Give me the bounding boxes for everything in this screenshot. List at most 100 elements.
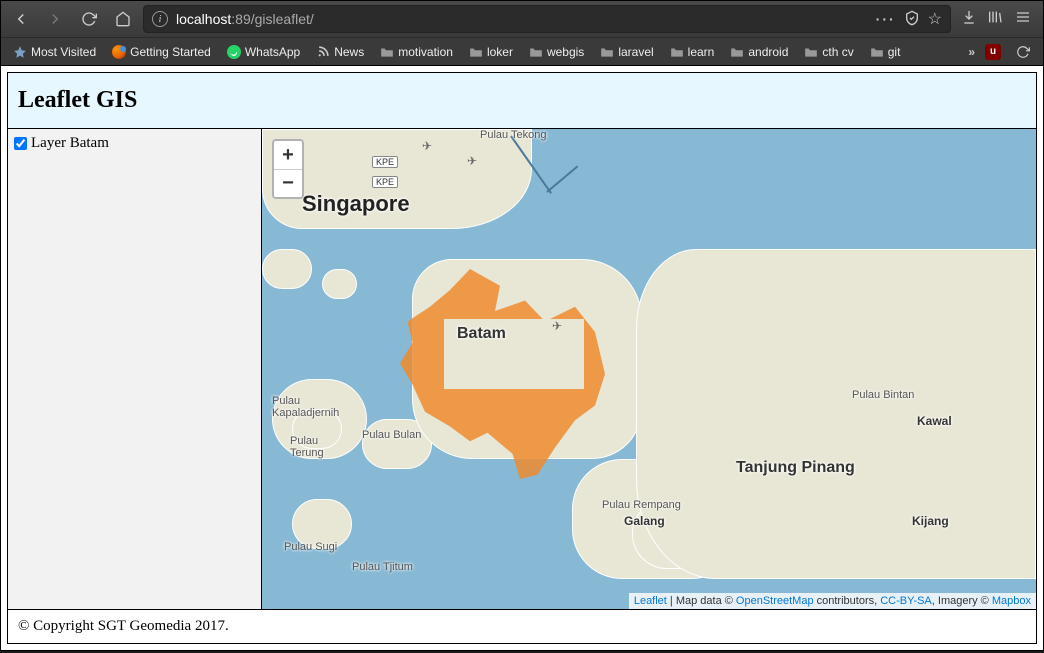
folder-icon <box>870 45 884 59</box>
road-tag-kpe: KPE <box>372 156 398 168</box>
map-attribution: Leaflet | Map data © OpenStreetMap contr… <box>629 593 1036 609</box>
road-tag-kpe: KPE <box>372 176 398 188</box>
bookmark-label: cth cv <box>822 45 853 59</box>
reload-button[interactable] <box>75 5 103 33</box>
label-galang: Galang <box>624 514 665 528</box>
land-island <box>262 249 312 289</box>
bookmark-android[interactable]: android <box>724 43 794 61</box>
library-icon[interactable] <box>987 9 1003 30</box>
label-singapore: Singapore <box>302 191 410 217</box>
layer-batam-checkbox[interactable] <box>14 137 27 150</box>
label-pulau-bintan: Pulau Bintan <box>852 389 914 401</box>
airport-icon: ✈ <box>467 154 477 168</box>
folder-icon <box>670 45 684 59</box>
url-path: /gisleaflet/ <box>251 11 314 27</box>
bookmark-label: loker <box>487 45 513 59</box>
bookmark-label: git <box>888 45 901 59</box>
land-bintan <box>636 249 1036 579</box>
page-frame: Leaflet GIS Layer Batam <box>7 72 1037 644</box>
bookmark-laravel[interactable]: laravel <box>594 43 659 61</box>
label-kawal: Kawal <box>917 414 952 428</box>
bookmark-motivation[interactable]: motivation <box>374 43 459 61</box>
page-actions-icon[interactable]: ··· <box>876 11 896 27</box>
airport-icon: ✈ <box>552 319 562 333</box>
bookmark-git[interactable]: git <box>864 43 907 61</box>
bookmark-star-icon[interactable]: ☆ <box>928 9 942 29</box>
attribution-osm-link[interactable]: OpenStreetMap <box>736 595 814 607</box>
zoom-in-button[interactable]: + <box>274 141 302 169</box>
folder-icon <box>730 45 744 59</box>
url-text: localhost:89/gisleaflet/ <box>176 11 868 27</box>
airport-icon: ✈ <box>422 139 432 153</box>
folder-icon <box>529 45 543 59</box>
bookmarks-bar: Most Visited Getting Started WhatsApp Ne… <box>1 37 1043 65</box>
nav-bar: i localhost:89/gisleaflet/ ··· ☆ <box>1 1 1043 37</box>
bookmark-cth-cv[interactable]: cth cv <box>798 43 859 61</box>
label-pulau-kapaladjernih: Pulau Kapaladjernih <box>272 395 339 419</box>
ublock-icon[interactable]: u <box>985 44 1001 60</box>
bookmark-getting-started[interactable]: Getting Started <box>106 43 217 61</box>
bookmark-whatsapp[interactable]: WhatsApp <box>221 43 306 61</box>
bookmark-label: webgis <box>547 45 584 59</box>
layer-toggle-row: Layer Batam <box>14 135 255 152</box>
folder-icon <box>469 45 483 59</box>
page-viewport: Leaflet GIS Layer Batam <box>0 65 1044 651</box>
bookmark-label: motivation <box>398 45 453 59</box>
page-header: Leaflet GIS <box>8 73 1036 129</box>
bookmark-label: Getting Started <box>130 45 211 59</box>
label-pulau-terung: Pulau Terung <box>290 435 324 459</box>
firefox-icon <box>112 45 126 59</box>
label-pulau-bulan: Pulau Bulan <box>362 429 421 441</box>
page-title: Leaflet GIS <box>18 87 1026 114</box>
folder-icon <box>804 45 818 59</box>
label-pulau-tjitum: Pulau Tjitum <box>352 561 413 573</box>
url-port: :89 <box>231 11 250 27</box>
bookmark-label: News <box>334 45 364 59</box>
attribution-ccbysa-link[interactable]: CC-BY-SA <box>880 595 932 607</box>
map[interactable]: KPE KPE ✈ ✈ ✈ Singapore Batam Tanjung Pi… <box>262 129 1036 609</box>
hamburger-menu-icon[interactable] <box>1013 9 1033 30</box>
attribution-text: | Map data © <box>667 595 736 607</box>
star-icon <box>13 45 27 59</box>
label-kijang: Kijang <box>912 514 949 528</box>
label-pulau-sugi: Pulau Sugi <box>284 541 337 553</box>
attribution-text: , Imagery © <box>932 595 992 607</box>
bookmark-loker[interactable]: loker <box>463 43 519 61</box>
bookmark-label: learn <box>688 45 715 59</box>
bookmark-label: Most Visited <box>31 45 96 59</box>
shield-icon[interactable] <box>904 10 920 29</box>
site-info-icon[interactable]: i <box>152 11 168 27</box>
label-tanjung-pinang: Tanjung Pinang <box>736 459 855 477</box>
attribution-text: contributors, <box>814 595 881 607</box>
layer-batam-label: Layer Batam <box>31 135 109 152</box>
sidebar: Layer Batam <box>8 129 262 609</box>
label-pulau-tekong: Pulau Tekong <box>480 129 546 141</box>
bookmark-most-visited[interactable]: Most Visited <box>7 43 102 61</box>
bookmark-learn[interactable]: learn <box>664 43 721 61</box>
back-button[interactable] <box>7 5 35 33</box>
folder-icon <box>380 45 394 59</box>
bookmark-news[interactable]: News <box>310 43 370 61</box>
home-button[interactable] <box>109 5 137 33</box>
page-body: Layer Batam <box>8 129 1036 609</box>
zoom-out-button[interactable]: − <box>274 169 302 197</box>
extension-reload-icon[interactable] <box>1009 38 1037 66</box>
land-island <box>322 269 357 299</box>
url-host: localhost <box>176 11 231 27</box>
zoom-control: + − <box>272 139 304 199</box>
attribution-leaflet-link[interactable]: Leaflet <box>634 595 667 607</box>
bookmarks-overflow-icon[interactable]: » <box>962 45 981 59</box>
downloads-icon[interactable] <box>961 9 977 30</box>
bookmark-label: android <box>748 45 788 59</box>
bookmark-label: WhatsApp <box>245 45 300 59</box>
forward-button[interactable] <box>41 5 69 33</box>
rss-icon <box>316 45 330 59</box>
label-batam: Batam <box>457 325 506 343</box>
url-bar[interactable]: i localhost:89/gisleaflet/ ··· ☆ <box>143 5 951 33</box>
bookmark-label: laravel <box>618 45 653 59</box>
attribution-mapbox-link[interactable]: Mapbox <box>992 595 1031 607</box>
folder-icon <box>600 45 614 59</box>
toolbar-right <box>957 9 1037 30</box>
bookmark-webgis[interactable]: webgis <box>523 43 590 61</box>
page-footer: © Copyright SGT Geomedia 2017. <box>8 609 1036 643</box>
